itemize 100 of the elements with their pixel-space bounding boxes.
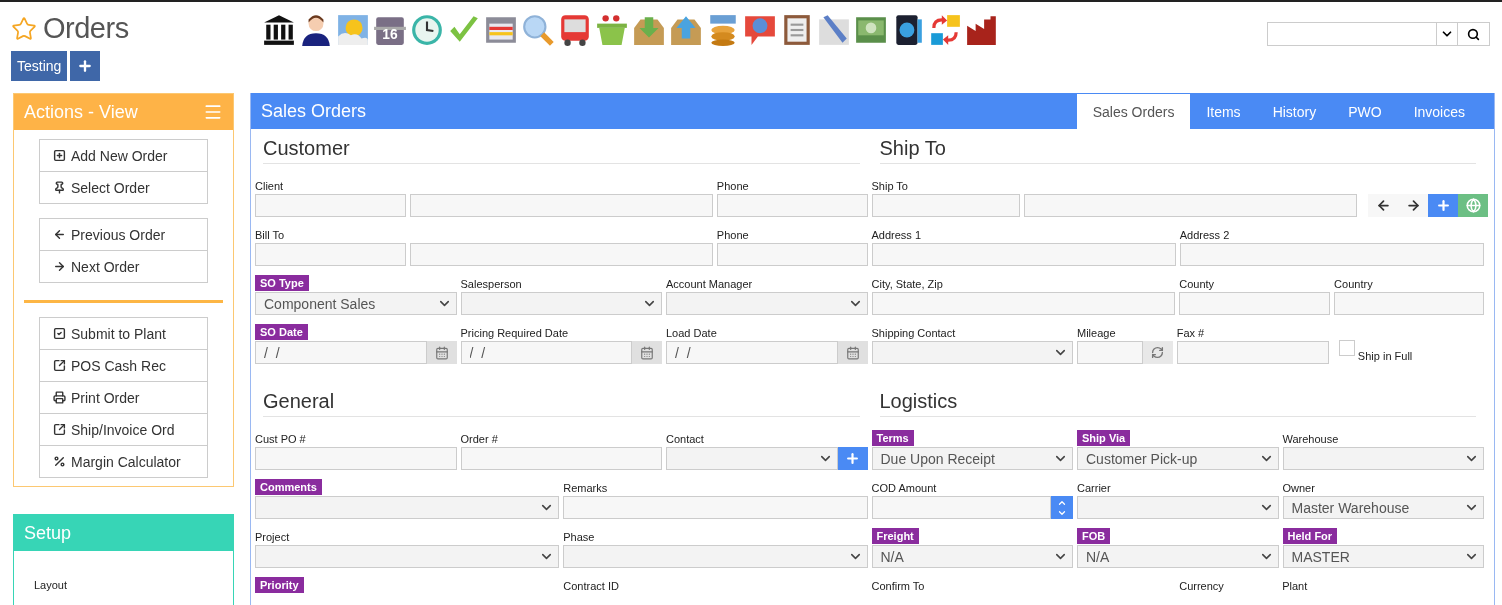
star-icon[interactable]: [11, 15, 37, 42]
input-field[interactable]: [255, 447, 457, 470]
input-field[interactable]: [409, 194, 713, 217]
setup-item[interactable]: Layout: [34, 579, 68, 591]
checkbox-icon: [53, 327, 66, 340]
panel-title: Actions - View: [24, 101, 138, 123]
dropdown-button[interactable]: [1437, 22, 1458, 46]
action-button[interactable]: Print Order: [39, 381, 208, 414]
next-button[interactable]: [1398, 194, 1428, 217]
speech-bubble-icon[interactable]: [743, 13, 777, 47]
select-field[interactable]: Master Warehouse: [1282, 496, 1484, 519]
search-button[interactable]: [1458, 22, 1490, 46]
checkbox-label: Ship in Full: [1357, 350, 1413, 362]
date-field[interactable]: / /: [666, 341, 838, 364]
search-field[interactable]: [1267, 22, 1437, 46]
select-field[interactable]: [1282, 447, 1484, 470]
date-field[interactable]: / /: [255, 341, 427, 364]
input-field[interactable]: [409, 243, 713, 266]
action-button[interactable]: POS Cash Rec: [39, 349, 208, 382]
globe-button[interactable]: [1458, 194, 1488, 217]
action-button[interactable]: Previous Order: [39, 218, 208, 251]
input-field[interactable]: [871, 243, 1176, 266]
field-label: Owner: [1282, 482, 1315, 494]
percent-icon: [53, 455, 66, 468]
input-field[interactable]: [1179, 292, 1331, 315]
input-field[interactable]: [1077, 341, 1143, 364]
input-field[interactable]: [1024, 194, 1357, 217]
refresh-icon: [1151, 346, 1165, 359]
input-field[interactable]: [255, 243, 406, 266]
select-field[interactable]: N/A: [871, 545, 1073, 568]
search-icon: [1467, 27, 1480, 41]
field-label: COD Amount: [871, 482, 937, 494]
select-field[interactable]: [460, 292, 662, 315]
globe-icon: [1465, 198, 1481, 213]
select-field[interactable]: Customer Pick-up: [1077, 447, 1279, 470]
action-button[interactable]: Select Order: [39, 171, 208, 204]
input-field[interactable]: [1334, 292, 1484, 315]
field-label: Cust PO #: [255, 433, 306, 445]
field-label: Carrier: [1077, 482, 1111, 494]
select-field[interactable]: Due Upon Receipt: [871, 447, 1073, 470]
tab[interactable]: Sales Orders: [1076, 94, 1191, 129]
plus-square-icon: [53, 149, 66, 162]
calendar-button[interactable]: [426, 341, 457, 364]
field-label: Phase: [563, 531, 595, 543]
workspace-tab[interactable]: Testing: [11, 51, 68, 81]
input-field[interactable]: [1179, 243, 1484, 266]
spinner-button[interactable]: [1051, 496, 1073, 519]
number-field[interactable]: [871, 496, 1051, 519]
action-button[interactable]: Next Order: [39, 250, 208, 283]
select-field[interactable]: N/A: [1077, 545, 1279, 568]
select-field[interactable]: [666, 292, 868, 315]
select-field[interactable]: [563, 545, 868, 568]
factory-icon[interactable]: [965, 13, 999, 47]
sync-arrows-icon[interactable]: [928, 13, 962, 47]
arrow-right-icon: [1405, 198, 1421, 213]
field-label: Phone: [716, 229, 749, 241]
input-field[interactable]: [1176, 341, 1329, 364]
input-field[interactable]: [871, 194, 1021, 217]
field-label: Currency: [1179, 580, 1224, 592]
field-label: Address 1: [871, 229, 922, 241]
select-field[interactable]: MASTER: [1282, 545, 1484, 568]
person-icon[interactable]: [299, 13, 333, 47]
calendar-button[interactable]: [837, 341, 868, 364]
select-field[interactable]: [255, 496, 560, 519]
field-label: Contract ID: [563, 580, 619, 592]
refresh-button[interactable]: [1142, 341, 1173, 364]
select-field[interactable]: [666, 447, 838, 470]
input-field[interactable]: [460, 447, 662, 470]
action-button[interactable]: Ship/Invoice Ord: [39, 413, 208, 446]
field-label: City, State, Zip: [871, 278, 943, 290]
add-tab-button[interactable]: [70, 51, 101, 81]
arrow-right-icon: [53, 260, 66, 273]
input-field[interactable]: [255, 194, 406, 217]
add-button[interactable]: [837, 447, 868, 470]
input-field[interactable]: [716, 243, 868, 266]
field-label: Country: [1334, 278, 1373, 290]
input-field[interactable]: [716, 194, 868, 217]
action-button[interactable]: Add New Order: [39, 139, 208, 172]
field-label: Account Manager: [666, 278, 753, 290]
section-title: General: [263, 382, 860, 417]
action-button[interactable]: Submit to Plant: [39, 317, 208, 350]
action-button[interactable]: Margin Calculator: [39, 445, 208, 478]
date-field[interactable]: / /: [460, 341, 632, 364]
checkbox[interactable]: [1338, 340, 1355, 356]
required-label: Comments: [255, 479, 322, 495]
select-field[interactable]: [1077, 496, 1279, 519]
clock-icon[interactable]: [410, 13, 444, 47]
bank-icon[interactable]: [262, 13, 296, 47]
field-label: County: [1179, 278, 1215, 290]
calendar-button[interactable]: [632, 341, 662, 364]
select-field[interactable]: Component Sales: [255, 292, 457, 315]
arrow-left-icon: [53, 228, 66, 241]
select-field[interactable]: [255, 545, 560, 568]
bus-icon[interactable]: [558, 13, 592, 47]
basket-icon[interactable]: [595, 13, 629, 47]
select-field[interactable]: [871, 341, 1073, 364]
previous-button[interactable]: [1368, 194, 1398, 217]
input-field[interactable]: [563, 496, 868, 519]
menu-icon[interactable]: [203, 102, 223, 122]
input-field[interactable]: [871, 292, 1176, 315]
